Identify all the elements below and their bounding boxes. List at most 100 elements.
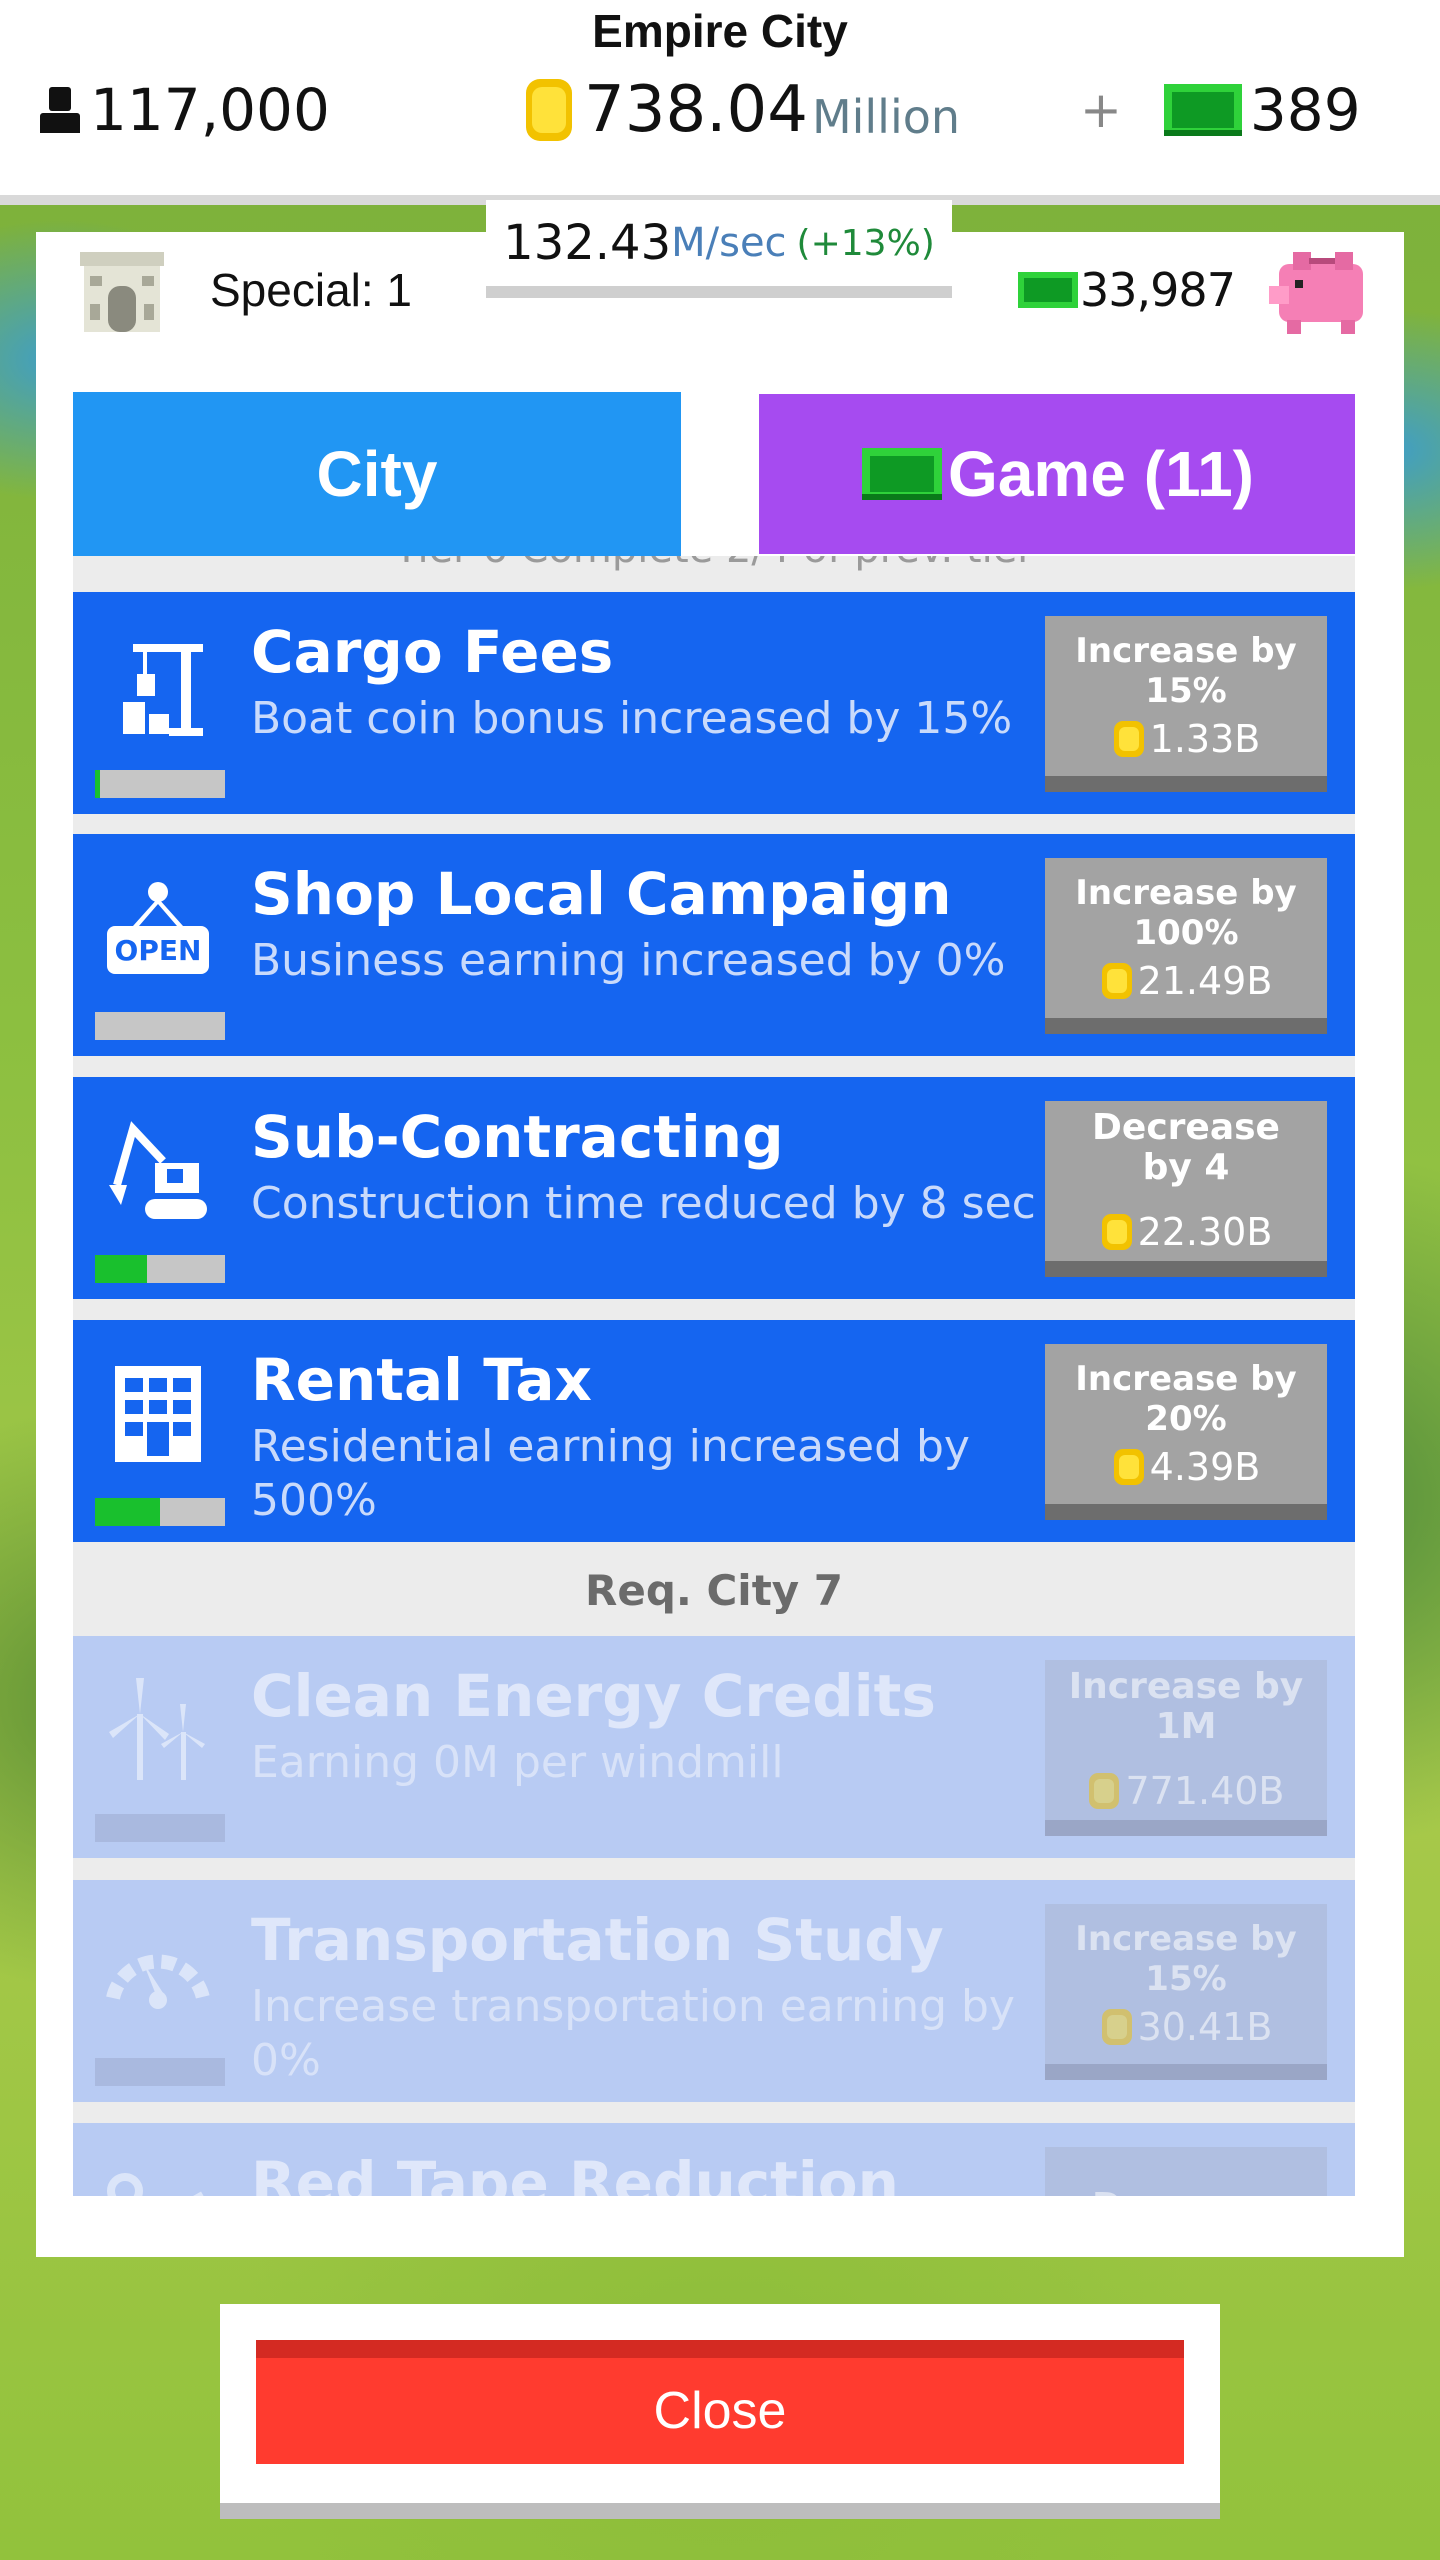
buy-cost-value: 4.39B xyxy=(1149,1445,1261,1489)
buy-action-label: Increase by 15% xyxy=(1075,1919,1297,1999)
buy-cost-value: 1.33B xyxy=(1149,717,1261,761)
requirement-label: Req. City 7 xyxy=(585,1566,843,1615)
piggy-bank-tab[interactable]: 33,987 xyxy=(986,232,1404,348)
upgrade-buy-button[interactable]: Increase by 100% 21.49B xyxy=(1045,858,1327,1034)
building-icon xyxy=(115,1366,201,1462)
coin-icon xyxy=(1101,1214,1132,1250)
income-rate: 132.43 M/sec (+13%) xyxy=(486,200,952,298)
windmill-icon xyxy=(109,1678,205,1780)
tab-city-label: City xyxy=(316,438,438,510)
top-bar: Empire City 117,000 738.04 Million + 389 xyxy=(0,0,1440,205)
cash-bill-icon xyxy=(1163,84,1242,136)
bank-value: 33,987 xyxy=(1080,263,1236,317)
close-button[interactable]: Close xyxy=(256,2340,1184,2464)
special-tab[interactable]: Special: 1 xyxy=(36,232,452,348)
rate-unit: M/sec xyxy=(671,220,787,266)
upgrade-list[interactable]: Tier 6 Complete 2/4 of prev. tier Cargo … xyxy=(73,556,1355,2196)
tab-city[interactable]: City xyxy=(73,392,681,556)
arch-icon xyxy=(80,252,164,332)
upgrade-buy-button: Decrease by 2 xyxy=(1045,2147,1327,2196)
cash-bill-icon xyxy=(862,448,943,500)
upgrade-progress-bar xyxy=(95,1012,225,1040)
city-name: Empire City xyxy=(592,5,848,57)
upgrade-title: Cargo Fees xyxy=(251,618,614,686)
upgrade-title: Sub-Contracting xyxy=(251,1103,784,1171)
upgrade-description: Increase transportation earning by 0% xyxy=(251,1981,1015,2086)
buy-cost-value: 30.41B xyxy=(1137,2005,1273,2049)
piggy-bank-icon[interactable] xyxy=(1265,234,1377,346)
svg-text:OPEN: OPEN xyxy=(115,934,202,967)
buy-action-label: Decrease by 4 xyxy=(1092,1107,1280,1188)
coin-icon xyxy=(1101,2009,1132,2045)
upgrade-buy-button[interactable]: Decrease by 4 22.30B xyxy=(1045,1101,1327,1277)
upgrade-description: Earning 0M per windmill xyxy=(251,1737,784,1788)
coin-icon xyxy=(1101,963,1132,999)
upgrade-title: Rental Tax xyxy=(251,1346,592,1414)
buy-action-label: Decrease by 2 xyxy=(1066,2187,1306,2197)
upgrade-title: Red Tape Reduction xyxy=(251,2149,899,2196)
open-sign-icon: OPEN xyxy=(107,882,209,974)
upgrade-progress-bar xyxy=(95,2058,225,2086)
close-button-label: Close xyxy=(653,2382,787,2440)
coin-icon xyxy=(526,79,572,141)
crane-icon xyxy=(123,644,203,736)
coins-value: 738.04 xyxy=(584,73,808,147)
upgrade-progress-bar xyxy=(95,1255,225,1283)
rate-bonus: (+13%) xyxy=(796,222,935,264)
upgrade-buy-button: Increase by 1M 771.40B xyxy=(1045,1660,1327,1836)
buy-cost-value: 22.30B xyxy=(1137,1210,1273,1254)
buy-action-label: Increase by 1M xyxy=(1068,1666,1304,1747)
upgrade-title: Clean Energy Credits xyxy=(251,1662,936,1730)
upgrade-card-clean-energy-credits: Clean Energy Credits Earning 0M per wind… xyxy=(73,1636,1355,1858)
coin-icon xyxy=(1113,1449,1144,1485)
upgrade-description: Residential earning increased by 500% xyxy=(251,1421,970,1526)
upgrade-card-shop-local-campaign: OPEN Shop Local Campaign Business earnin… xyxy=(73,834,1355,1056)
tier-label: Tier 6 Complete 2/4 of prev. tier xyxy=(73,556,1355,586)
person-icon xyxy=(36,85,84,135)
upgrade-progress-bar xyxy=(95,770,225,798)
buy-cost-value: 21.49B xyxy=(1137,959,1273,1003)
upgrade-title: Shop Local Campaign xyxy=(251,860,952,928)
buy-cost-value: 771.40B xyxy=(1125,1769,1285,1813)
close-frame: Close xyxy=(220,2304,1220,2519)
upgrade-card-cargo-fees: Cargo Fees Boat coin bonus increased by … xyxy=(73,592,1355,814)
upgrade-card-red-tape-reduction: Red Tape Reduction Decrease by 2 xyxy=(73,2123,1355,2196)
upgrade-buy-button[interactable]: Increase by 20% 4.39B xyxy=(1045,1344,1327,1520)
buy-cost: 21.49B xyxy=(1100,959,1273,1003)
upgrade-card-transportation-study: Transportation Study Increase transporta… xyxy=(73,1880,1355,2102)
population-display: 117,000 xyxy=(36,72,330,148)
add-cash-button[interactable]: + xyxy=(1080,81,1122,139)
coin-icon xyxy=(1089,1773,1120,1809)
scissors-icon xyxy=(107,2173,204,2196)
upgrade-progress-bar xyxy=(95,1814,225,1842)
upgrade-description: Construction time reduced by 8 sec xyxy=(251,1178,1036,1229)
coins-display: 738.04 Million xyxy=(520,72,960,148)
buy-action-label: Increase by 100% xyxy=(1075,873,1297,953)
speedometer-icon xyxy=(106,1954,210,2009)
buy-action-label: Increase by 20% xyxy=(1075,1359,1297,1439)
population-value: 117,000 xyxy=(90,76,330,144)
upgrade-buy-button[interactable]: Increase by 15% 1.33B xyxy=(1045,616,1327,792)
upgrade-description: Business earning increased by 0% xyxy=(251,935,1006,986)
coins-unit: Million xyxy=(811,90,961,144)
buy-cost: 1.33B xyxy=(1112,717,1261,761)
upgrade-progress-bar xyxy=(95,1498,225,1526)
upgrade-card-rental-tax: Rental Tax Residential earning increased… xyxy=(73,1320,1355,1542)
buy-cost: 771.40B xyxy=(1087,1769,1285,1813)
buy-cost: 30.41B xyxy=(1100,2005,1273,2049)
tab-game[interactable]: Game (11) xyxy=(759,394,1355,554)
tab-game-label: Game (11) xyxy=(948,438,1254,510)
buy-cost: 22.30B xyxy=(1100,1210,1273,1254)
rate-value: 132.43 xyxy=(503,215,672,271)
excavator-icon xyxy=(109,1121,207,1219)
cash-bill-icon xyxy=(1018,272,1078,308)
buy-cost: 4.39B xyxy=(1112,1445,1261,1489)
upgrade-title: Transportation Study xyxy=(251,1906,944,1974)
buy-action-label: Increase by 15% xyxy=(1075,631,1297,711)
upgrade-buy-button: Increase by 15% 30.41B xyxy=(1045,1904,1327,2080)
special-count: Special: 1 xyxy=(210,264,413,316)
upgrade-description: Boat coin bonus increased by 15% xyxy=(251,693,1013,744)
cash-value: 389 xyxy=(1249,76,1361,144)
coin-icon xyxy=(1113,721,1144,757)
cash-display[interactable]: + 389 xyxy=(1080,72,1361,148)
